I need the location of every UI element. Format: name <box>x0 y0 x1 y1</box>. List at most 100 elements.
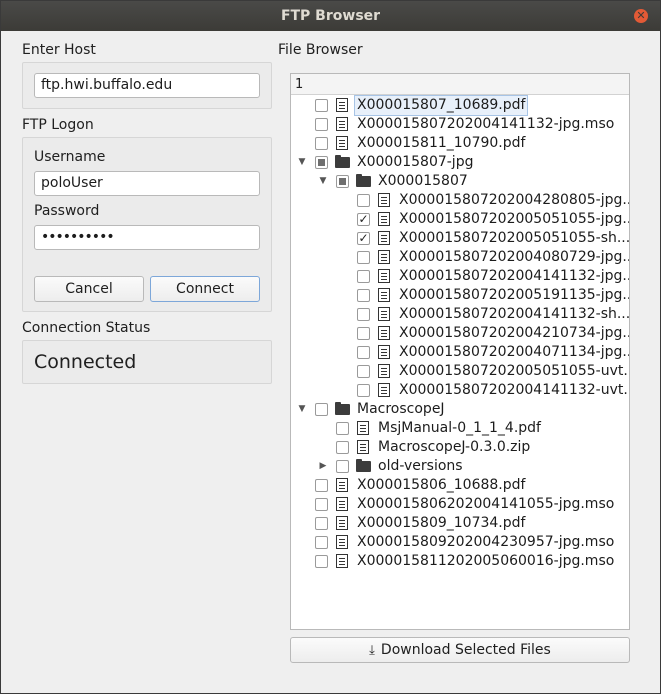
item-checkbox[interactable] <box>315 517 328 530</box>
item-name: X000015807_10689.pdf <box>353 95 529 116</box>
tree-file-row[interactable]: X000015807202004071134-jpg... <box>291 343 629 362</box>
host-input[interactable]: ftp.hwi.buffalo.edu <box>34 73 260 98</box>
tree-file-row[interactable]: X000015807202004141132-jpg... <box>291 267 629 286</box>
tree-file-row[interactable]: X000015807202004141132-jpg.mso <box>291 115 629 134</box>
item-checkbox[interactable] <box>357 308 370 321</box>
tree-file-row[interactable]: X000015807202004141132-sh... <box>291 305 629 324</box>
item-checkbox[interactable] <box>315 137 328 150</box>
item-checkbox[interactable] <box>336 422 349 435</box>
file-icon <box>336 478 348 492</box>
password-input[interactable]: •••••••••• <box>34 225 260 250</box>
cancel-button[interactable]: Cancel <box>34 276 144 302</box>
item-name: X000015809202004230957-jpg.mso <box>357 534 615 550</box>
download-selected-button[interactable]: ⤓ Download Selected Files <box>290 637 630 663</box>
item-name: X000015806_10688.pdf <box>357 477 526 493</box>
connect-button[interactable]: Connect <box>150 276 260 302</box>
close-icon[interactable]: ✕ <box>634 9 648 23</box>
item-checkbox[interactable] <box>357 251 370 264</box>
item-checkbox[interactable] <box>336 441 349 454</box>
expand-arrow-right-icon[interactable]: ▶ <box>318 457 328 476</box>
tree-file-row[interactable]: X000015807202004210734-jpg... <box>291 324 629 343</box>
item-name: X000015807202005051055-uvt... <box>399 363 630 379</box>
tree-file-row[interactable]: X000015811202005060016-jpg.mso <box>291 552 629 571</box>
tree-folder-row[interactable]: ▶ old-versions <box>291 457 629 476</box>
tree-file-row[interactable]: X000015807_10689.pdf <box>291 95 629 116</box>
item-name: X000015811202005060016-jpg.mso <box>357 553 615 569</box>
tree-file-row[interactable]: MsjManual-0_1_1_4.pdf <box>291 419 629 438</box>
item-checkbox[interactable] <box>357 327 370 340</box>
item-checkbox[interactable] <box>357 289 370 302</box>
file-icon <box>336 516 348 530</box>
item-checkbox[interactable] <box>315 403 328 416</box>
tree-folder-row[interactable]: ▼ X000015807 <box>291 172 629 191</box>
tree-file-row[interactable]: X000015809_10734.pdf <box>291 514 629 533</box>
item-checkbox[interactable] <box>315 555 328 568</box>
tree-file-row[interactable]: MacroscopeJ-0.3.0.zip <box>291 438 629 457</box>
tree-folder-row[interactable]: ▼ X000015807-jpg <box>291 153 629 172</box>
item-checkbox[interactable] <box>336 460 349 473</box>
item-checkbox[interactable] <box>315 498 328 511</box>
item-checkbox[interactable] <box>357 270 370 283</box>
tree-file-row[interactable]: X000015809202004230957-jpg.mso <box>291 533 629 552</box>
item-name: X000015807202004280805-jpg... <box>399 192 630 208</box>
item-checkbox[interactable]: ✓ <box>357 213 370 226</box>
item-checkbox[interactable] <box>336 175 349 188</box>
item-checkbox[interactable] <box>357 365 370 378</box>
item-name: X000015807202004071134-jpg... <box>399 344 630 360</box>
file-tree[interactable]: 1 X000015807_10689.pdf X00001580720200414… <box>290 73 630 630</box>
item-name: MsjManual-0_1_1_4.pdf <box>378 420 541 436</box>
tree-header: 1 <box>291 74 629 95</box>
item-name: X000015807202004210734-jpg... <box>399 325 630 341</box>
item-name: X000015807-jpg <box>357 154 474 170</box>
host-group: ftp.hwi.buffalo.edu <box>22 62 272 109</box>
folder-icon <box>356 174 371 187</box>
expand-arrow-down-icon[interactable]: ▼ <box>318 172 328 191</box>
item-name: MacroscopeJ <box>357 401 445 417</box>
username-input[interactable]: poloUser <box>34 171 260 196</box>
file-icon <box>336 98 348 112</box>
expand-arrow-down-icon[interactable]: ▼ <box>297 153 307 172</box>
item-name: X000015807202004141132-sh... <box>399 306 630 322</box>
item-checkbox[interactable] <box>357 194 370 207</box>
folder-icon <box>335 402 350 415</box>
item-checkbox[interactable] <box>315 118 328 131</box>
tree-file-row[interactable]: X000015807202005191135-jpg... <box>291 286 629 305</box>
file-icon <box>336 535 348 549</box>
file-browser-label: File Browser <box>278 42 363 58</box>
tree-file-row[interactable]: X000015811_10790.pdf <box>291 134 629 153</box>
tree-file-row[interactable]: X000015806202004141055-jpg.mso <box>291 495 629 514</box>
tree-file-row[interactable]: X000015807202004080729-jpg... <box>291 248 629 267</box>
file-icon <box>378 269 390 283</box>
logon-group: Username poloUser Password •••••••••• Ca… <box>22 137 272 312</box>
tree-file-row[interactable]: ✓ X000015807202005051055-jpg... <box>291 210 629 229</box>
file-icon <box>378 345 390 359</box>
file-icon <box>378 307 390 321</box>
item-checkbox[interactable] <box>357 384 370 397</box>
item-checkbox[interactable]: ✓ <box>357 232 370 245</box>
download-icon: ⤓ <box>369 643 375 658</box>
status-label: Connection Status <box>22 320 151 336</box>
item-name: X000015807202005051055-jpg... <box>399 211 630 227</box>
item-checkbox[interactable] <box>357 346 370 359</box>
tree-file-row[interactable]: X000015807202004280805-jpg... <box>291 191 629 210</box>
item-name: X000015807202005051055-sh... <box>399 230 630 246</box>
file-icon <box>378 193 390 207</box>
file-icon <box>357 440 369 454</box>
tree-file-row[interactable]: X000015807202004141132-uvt... <box>291 381 629 400</box>
item-name: old-versions <box>378 458 463 474</box>
tree-folder-row[interactable]: ▼ MacroscopeJ <box>291 400 629 419</box>
connection-status-value: Connected <box>34 351 137 373</box>
tree-file-row[interactable]: ✓ X000015807202005051055-sh... <box>291 229 629 248</box>
item-checkbox[interactable] <box>315 99 328 112</box>
tree-file-row[interactable]: X000015806_10688.pdf <box>291 476 629 495</box>
item-checkbox[interactable] <box>315 536 328 549</box>
folder-icon <box>356 459 371 472</box>
tree-file-row[interactable]: X000015807202005051055-uvt... <box>291 362 629 381</box>
expand-arrow-down-icon[interactable]: ▼ <box>297 400 307 419</box>
username-label: Username <box>34 149 106 165</box>
item-name: X000015807202004141132-jpg... <box>399 268 630 284</box>
item-checkbox[interactable] <box>315 156 328 169</box>
file-icon <box>357 421 369 435</box>
status-group: Connected <box>22 340 272 384</box>
item-checkbox[interactable] <box>315 479 328 492</box>
